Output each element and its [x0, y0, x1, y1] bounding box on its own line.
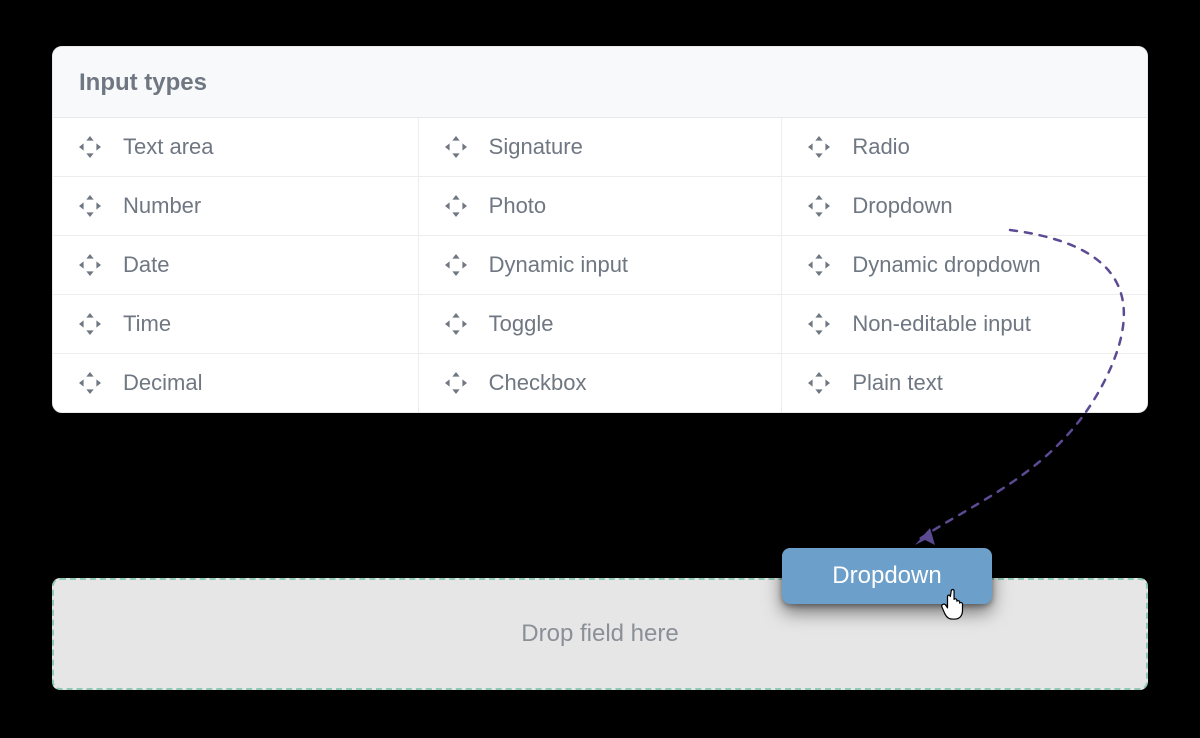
move-icon [808, 313, 830, 335]
dragging-chip-label: Dropdown [832, 562, 941, 590]
move-icon [445, 313, 467, 335]
move-icon [445, 372, 467, 394]
input-type-label: Decimal [123, 370, 394, 396]
dragging-chip[interactable]: Dropdown [782, 548, 992, 604]
input-type-label: Time [123, 311, 394, 337]
input-type-label: Dynamic input [489, 252, 758, 278]
input-type-label: Checkbox [489, 370, 758, 396]
move-icon [79, 254, 101, 276]
input-type-label: Non-editable input [852, 311, 1123, 337]
input-type-signature[interactable]: Signature [418, 118, 783, 176]
move-icon [808, 372, 830, 394]
move-icon [808, 195, 830, 217]
input-type-text-area[interactable]: Text area [53, 118, 418, 176]
input-type-dropdown[interactable]: Dropdown [782, 176, 1147, 235]
input-types-panel: Input types Text area Signature Radio Nu… [52, 46, 1148, 413]
input-types-grid: Text area Signature Radio Number Photo D… [53, 118, 1147, 412]
input-type-label: Toggle [489, 311, 758, 337]
input-type-photo[interactable]: Photo [418, 176, 783, 235]
input-type-label: Text area [123, 134, 394, 160]
input-type-dynamic-dropdown[interactable]: Dynamic dropdown [782, 235, 1147, 294]
input-type-radio[interactable]: Radio [782, 118, 1147, 176]
input-type-dynamic-input[interactable]: Dynamic input [418, 235, 783, 294]
move-icon [79, 136, 101, 158]
input-type-label: Number [123, 193, 394, 219]
move-icon [79, 313, 101, 335]
input-type-time[interactable]: Time [53, 294, 418, 353]
input-type-non-editable-input[interactable]: Non-editable input [782, 294, 1147, 353]
input-type-number[interactable]: Number [53, 176, 418, 235]
input-type-decimal[interactable]: Decimal [53, 353, 418, 412]
move-icon [445, 195, 467, 217]
move-icon [445, 254, 467, 276]
move-icon [79, 372, 101, 394]
input-type-label: Dynamic dropdown [852, 252, 1123, 278]
input-type-label: Photo [489, 193, 758, 219]
input-type-label: Date [123, 252, 394, 278]
dropzone-placeholder: Drop field here [521, 620, 678, 648]
input-type-toggle[interactable]: Toggle [418, 294, 783, 353]
input-type-label: Dropdown [852, 193, 1123, 219]
move-icon [808, 136, 830, 158]
input-type-label: Signature [489, 134, 758, 160]
input-type-label: Radio [852, 134, 1123, 160]
move-icon [79, 195, 101, 217]
input-type-label: Plain text [852, 370, 1123, 396]
input-type-date[interactable]: Date [53, 235, 418, 294]
move-icon [808, 254, 830, 276]
panel-title: Input types [53, 47, 1147, 118]
move-icon [445, 136, 467, 158]
input-type-plain-text[interactable]: Plain text [782, 353, 1147, 412]
input-type-checkbox[interactable]: Checkbox [418, 353, 783, 412]
